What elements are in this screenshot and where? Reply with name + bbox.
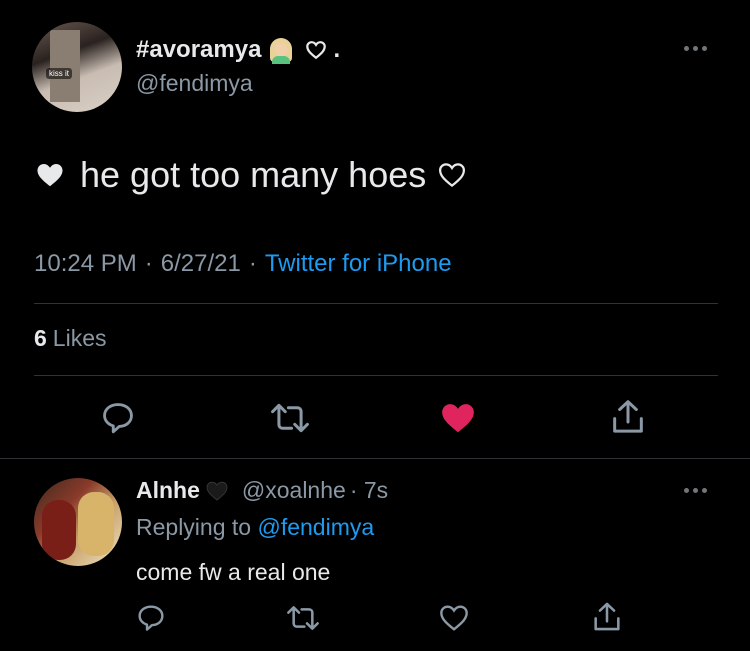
tweet-time: 10:24 PM xyxy=(34,250,137,277)
reply-icon xyxy=(138,605,164,631)
share-button[interactable] xyxy=(608,397,648,437)
tweet-detail-page: kiss it #avoramya . @fendimya he got too… xyxy=(0,0,750,651)
reply-like-button[interactable] xyxy=(438,602,470,634)
likes-summary[interactable]: 6 Likes xyxy=(34,325,107,352)
tweet-date: 6/27/21 xyxy=(160,250,241,277)
replying-label: Replying to xyxy=(136,514,252,540)
like-icon xyxy=(442,404,474,433)
meta-separator: · xyxy=(144,250,153,277)
more-options-icon[interactable] xyxy=(684,488,707,493)
divider xyxy=(34,303,718,304)
share-icon xyxy=(594,602,620,631)
likes-label: Likes xyxy=(52,325,107,351)
reply-text: come fw a real one xyxy=(136,559,331,585)
reply-age: · 7s xyxy=(349,477,389,503)
author-name-row[interactable]: #avoramya . xyxy=(136,36,340,64)
tweet-text: he got too many hoes xyxy=(80,154,427,195)
meta-separator: · xyxy=(248,250,257,277)
divider xyxy=(0,458,750,459)
reply-retweet-button[interactable] xyxy=(285,602,321,634)
divider xyxy=(34,375,718,376)
girl-emoji-icon xyxy=(267,36,295,64)
likes-count: 6 xyxy=(34,325,47,351)
avatar-sticker-text: kiss it xyxy=(46,68,72,79)
outline-heart-icon xyxy=(439,163,466,188)
more-options-icon[interactable] xyxy=(684,46,707,51)
tweet-body: he got too many hoes xyxy=(34,154,468,196)
reply-header: Alnhe @xoalnhe · 7s xyxy=(136,477,388,504)
reply-author-name[interactable]: Alnhe xyxy=(136,477,200,504)
tweet-source-link[interactable]: Twitter for iPhone xyxy=(265,250,452,278)
reply-reply-button[interactable] xyxy=(135,602,167,634)
black-heart-icon xyxy=(206,481,228,501)
reply-share-button[interactable] xyxy=(590,600,624,634)
white-heart-icon xyxy=(37,164,63,187)
like-button[interactable] xyxy=(438,399,478,437)
replying-to: Replying to @fendimya xyxy=(136,514,374,541)
author-avatar[interactable]: kiss it xyxy=(32,22,122,112)
author-display-name: #avoramya xyxy=(136,36,262,63)
tweet-meta: 10:24 PM · 6/27/21 · Twitter for iPhone xyxy=(34,250,452,278)
outline-heart-icon xyxy=(306,41,327,60)
name-suffix: . xyxy=(333,36,341,63)
like-outline-icon xyxy=(440,605,468,631)
reply-author-avatar[interactable] xyxy=(34,478,122,566)
reply-author-handle[interactable]: @xoalnhe xyxy=(242,477,346,504)
replying-mention-link[interactable]: @fendimya xyxy=(257,514,374,540)
reply-button[interactable] xyxy=(98,399,138,437)
author-handle[interactable]: @fendimya xyxy=(136,70,253,97)
share-icon xyxy=(613,400,643,433)
reply-icon xyxy=(103,403,133,434)
retweet-button[interactable] xyxy=(268,399,312,437)
retweet-icon xyxy=(271,403,309,433)
retweet-icon xyxy=(287,606,319,630)
